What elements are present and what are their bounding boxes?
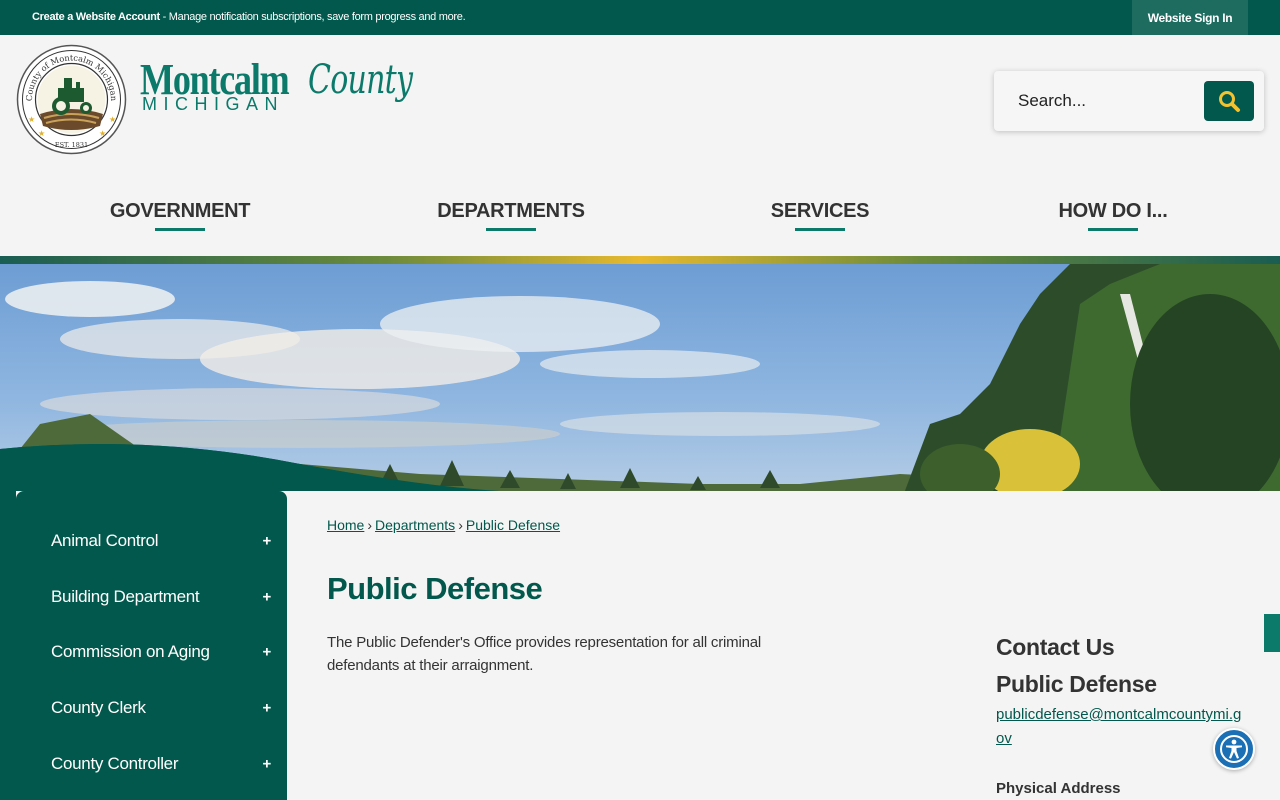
search-input[interactable] [1004, 81, 1194, 121]
county-seal-logo[interactable]: County of Montcalm Michigan EST. 1831 ★ … [16, 44, 127, 155]
sidebar-item-animal-control[interactable]: Animal Control + [16, 513, 287, 569]
nav-departments-label: DEPARTMENTS [437, 200, 585, 222]
nav-how-do-i[interactable]: HOW DO I... [1040, 199, 1186, 235]
decorative-gradient-band [0, 256, 1280, 264]
department-sidebar-menu: Animal Control + Building Department + C… [16, 491, 287, 800]
svg-text:★: ★ [99, 129, 106, 138]
plus-icon[interactable]: + [263, 588, 272, 605]
breadcrumb-separator: › [367, 517, 373, 533]
svg-text:EST. 1831: EST. 1831 [55, 141, 88, 149]
nav-underline [1088, 228, 1138, 231]
svg-text:★: ★ [28, 115, 35, 124]
page-description: The Public Defender's Office provides re… [327, 634, 761, 674]
accessibility-button[interactable] [1213, 728, 1255, 770]
svg-text:★: ★ [109, 115, 116, 124]
website-sign-in-button[interactable]: Website Sign In [1132, 0, 1248, 35]
plus-icon[interactable]: + [263, 644, 272, 661]
contact-email-link[interactable]: publicdefense@montcalmcountymi.gov [996, 703, 1246, 751]
breadcrumb: Home › Departments › Public Defense [327, 517, 560, 533]
create-account-link[interactable]: Create a Website Account [32, 11, 160, 23]
breadcrumb-home[interactable]: Home [327, 517, 364, 533]
nav-services-label: SERVICES [770, 200, 870, 222]
account-banner: Create a Website Account - Manage notifi… [32, 11, 466, 23]
search-icon [1219, 91, 1240, 112]
main-content: Home › Departments › Public Defense Public D… [303, 491, 1264, 800]
plus-icon[interactable]: + [263, 756, 272, 773]
page-title: Public Defense [327, 571, 543, 606]
county-wordmark-logo[interactable]: Montcalm County MICHIGAN [140, 56, 413, 126]
search-box [994, 71, 1264, 131]
top-bar: Create a Website Account - Manage notifi… [0, 0, 1280, 35]
nav-how-do-i-label: HOW DO I... [1058, 200, 1168, 222]
nav-underline [486, 228, 536, 231]
logo-county-text: County [308, 57, 413, 103]
nav-services[interactable]: SERVICES [760, 199, 880, 235]
sidebar-item-label: County Controller [51, 754, 179, 774]
logo-michigan-text: MICHIGAN [142, 94, 284, 114]
accessibility-icon [1220, 735, 1248, 763]
breadcrumb-public-defense[interactable]: Public Defense [466, 517, 560, 533]
nav-underline [155, 228, 205, 231]
sidebar-item-county-clerk[interactable]: County Clerk + [16, 680, 287, 736]
contact-department-name: Public Defense [996, 671, 1157, 697]
breadcrumb-separator: › [458, 517, 463, 533]
svg-text:★: ★ [38, 129, 45, 138]
physical-address-label: Physical Address [996, 780, 1121, 797]
nav-government[interactable]: GOVERNMENT [100, 199, 260, 235]
nav-government-label: GOVERNMENT [109, 200, 251, 222]
sidebar-item-label: Building Department [51, 586, 200, 606]
contact-heading: Contact Us [996, 634, 1115, 660]
sidebar-item-label: Commission on Aging [51, 642, 210, 662]
sidebar-item-label: County Clerk [51, 698, 146, 718]
sidebar-item-county-controller[interactable]: County Controller + [16, 736, 287, 792]
side-accent-tab [1264, 614, 1280, 652]
plus-icon[interactable]: + [263, 700, 272, 717]
plus-icon[interactable]: + [263, 532, 272, 549]
nav-underline [795, 228, 845, 231]
search-button[interactable] [1204, 81, 1254, 121]
account-banner-description: - Manage notification subscriptions, sav… [159, 11, 466, 23]
breadcrumb-departments[interactable]: Departments [375, 517, 455, 533]
sidebar-item-building-department[interactable]: Building Department + [16, 569, 287, 625]
nav-departments[interactable]: DEPARTMENTS [430, 199, 592, 235]
sidebar-item-label: Animal Control [51, 530, 159, 550]
sidebar-item-commission-on-aging[interactable]: Commission on Aging + [16, 625, 287, 681]
